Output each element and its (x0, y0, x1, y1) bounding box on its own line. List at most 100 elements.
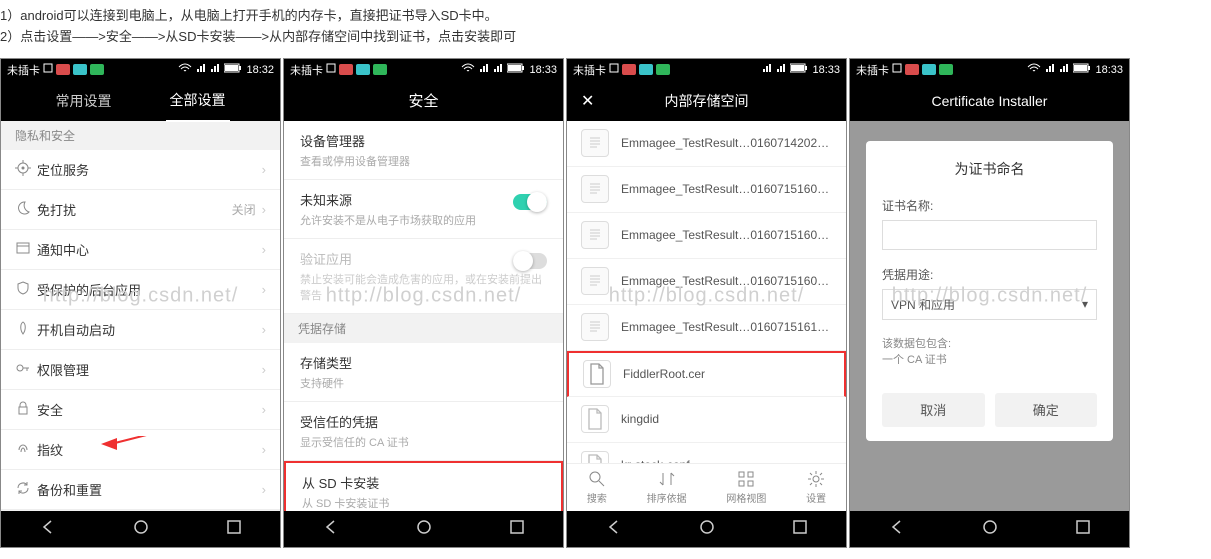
ok-button[interactable]: 确定 (995, 393, 1098, 427)
file-item[interactable]: Emmagee_TestResult…0160714202548.csv (567, 121, 846, 167)
row-label: 安全 (37, 400, 262, 419)
nav-home[interactable] (414, 517, 434, 540)
row-title: 受信任的凭据 (300, 412, 547, 431)
signal-icon (1059, 63, 1069, 76)
file-item-target[interactable]: FiddlerRoot.cer (567, 351, 846, 397)
file-item[interactable]: Emmagee_TestResult…0160715160413.csv (567, 213, 846, 259)
nav-back[interactable] (38, 517, 58, 540)
sim-icon (609, 63, 619, 76)
status-bar: 未插卡 18:33 (850, 59, 1129, 81)
file-item[interactable]: kingdid (567, 397, 846, 443)
text-file-icon (581, 313, 609, 341)
badge-icon (356, 64, 370, 75)
row-backup[interactable]: 备份和重置 › (1, 470, 280, 510)
text-file-icon (581, 129, 609, 157)
carrier-label: 未插卡 (290, 62, 323, 78)
instruction-line: 1）android可以连接到电脑上，从电脑上打开手机的内存卡，直接把证书导入SD… (0, 6, 1211, 27)
nav-recent[interactable] (790, 517, 810, 540)
row-title: 未知来源 (300, 190, 547, 209)
badge-icon (373, 64, 387, 75)
signal-icon (196, 63, 206, 76)
cert-name-input[interactable] (882, 220, 1097, 250)
cancel-button[interactable]: 取消 (882, 393, 985, 427)
row-trusted-creds[interactable]: 受信任的凭据 显示受信任的 CA 证书 (284, 402, 563, 461)
lock-icon (15, 400, 37, 419)
row-title: 验证应用 (300, 249, 547, 268)
file-item[interactable]: Emmagee_TestResult…0160715160247.csv (567, 167, 846, 213)
search-button[interactable]: 搜索 (587, 470, 607, 505)
file-name: Emmagee_TestResult…0160715161624.csv (621, 320, 832, 334)
shield-icon (15, 280, 37, 299)
row-title: 从 SD 卡安装 (302, 473, 545, 492)
grid-button[interactable]: 网格视图 (726, 470, 766, 505)
tab-all[interactable]: 全部设置 (166, 81, 230, 122)
row-unknown-sources[interactable]: 未知来源 允许安装不是从电子市场获取的应用 (284, 180, 563, 239)
section-header: 凭据存储 (284, 314, 563, 343)
location-icon (15, 160, 37, 179)
row-location[interactable]: 定位服务 › (1, 150, 280, 190)
row-label: 权限管理 (37, 360, 262, 379)
status-bar: 未插卡 18:33 (567, 59, 846, 81)
chevron-right-icon: › (262, 322, 266, 337)
nav-recent[interactable] (1073, 517, 1093, 540)
row-permissions[interactable]: 权限管理 › (1, 350, 280, 390)
key-icon (15, 360, 37, 379)
dialog-title: 为证书命名 (882, 159, 1097, 179)
nav-home[interactable] (131, 517, 151, 540)
chevron-down-icon: ▾ (1082, 297, 1088, 311)
nav-back[interactable] (887, 517, 907, 540)
row-title: 设备管理器 (300, 131, 547, 150)
moon-icon (15, 200, 37, 219)
row-security[interactable]: 安全 › (1, 390, 280, 430)
row-subtitle: 查看或停用设备管理器 (300, 153, 547, 169)
carrier-label: 未插卡 (856, 62, 889, 78)
sort-button[interactable]: 排序依据 (647, 470, 687, 505)
phone-settings-all: 未插卡 18:32 常用设置 全部设置 隐私和安全 定位服务 › 免打扰 (0, 58, 281, 548)
row-install-from-sd[interactable]: 从 SD 卡安装 从 SD 卡安装证书 (284, 461, 563, 511)
battery-icon (790, 63, 808, 76)
toggle-switch[interactable] (513, 194, 547, 210)
row-device-admin[interactable]: 设备管理器 查看或停用设备管理器 (284, 121, 563, 180)
signal-icon (1045, 63, 1055, 76)
nav-home[interactable] (980, 517, 1000, 540)
badge-icon (73, 64, 87, 75)
nav-back[interactable] (604, 517, 624, 540)
row-notification[interactable]: 通知中心 › (1, 230, 280, 270)
chevron-right-icon: › (262, 282, 266, 297)
usage-select[interactable]: VPN 和应用 ▾ (882, 289, 1097, 320)
nav-recent[interactable] (224, 517, 244, 540)
badge-icon (339, 64, 353, 75)
file-item[interactable]: Emmagee_TestResult…0160715161624.csv (567, 305, 846, 351)
close-icon[interactable]: ✕ (581, 91, 611, 111)
chevron-right-icon: › (262, 242, 266, 257)
row-value: 关闭 (232, 201, 256, 218)
bottom-toolbar: 搜索 排序依据 网格视图 设置 (567, 463, 846, 511)
clock: 18:32 (246, 64, 274, 76)
row-autostart[interactable]: 开机自动启动 › (1, 310, 280, 350)
section-header: 帐户 (1, 510, 280, 511)
nav-home[interactable] (697, 517, 717, 540)
cert-name-dialog: 为证书命名 证书名称: 凭据用途: VPN 和应用 ▾ 该数据包包含: 一个 C… (866, 141, 1113, 441)
row-protected-apps[interactable]: 受保护的后台应用 › (1, 270, 280, 310)
nav-recent[interactable] (507, 517, 527, 540)
clock: 18:33 (1095, 64, 1123, 76)
page-title: Certificate Installer (850, 81, 1129, 121)
wifi-icon (461, 63, 475, 76)
row-subtitle: 支持硬件 (300, 375, 547, 391)
settings-button[interactable]: 设置 (806, 470, 826, 505)
section-header: 隐私和安全 (1, 121, 280, 150)
row-subtitle: 禁止安装可能会造成危害的应用，或在安装前提出警告 (300, 271, 547, 303)
nav-back[interactable] (321, 517, 341, 540)
wifi-icon (1027, 63, 1041, 76)
text-file-icon (581, 175, 609, 203)
phone-security: 未插卡 18:33 安全 设备管理器 查看或停用设备管理器 未知来源 允许安装不… (283, 58, 564, 548)
sim-icon (43, 63, 53, 76)
row-storage-type[interactable]: 存储类型 支持硬件 (284, 343, 563, 402)
badge-icon (622, 64, 636, 75)
file-name: Emmagee_TestResult…0160715160413.csv (621, 228, 832, 242)
file-item[interactable]: kr-stock-conf (567, 443, 846, 463)
tab-common[interactable]: 常用设置 (52, 81, 116, 121)
carrier-label: 未插卡 (7, 62, 40, 78)
file-item[interactable]: Emmagee_TestResult…0160715160910.csv (567, 259, 846, 305)
row-dnd[interactable]: 免打扰 关闭 › (1, 190, 280, 230)
